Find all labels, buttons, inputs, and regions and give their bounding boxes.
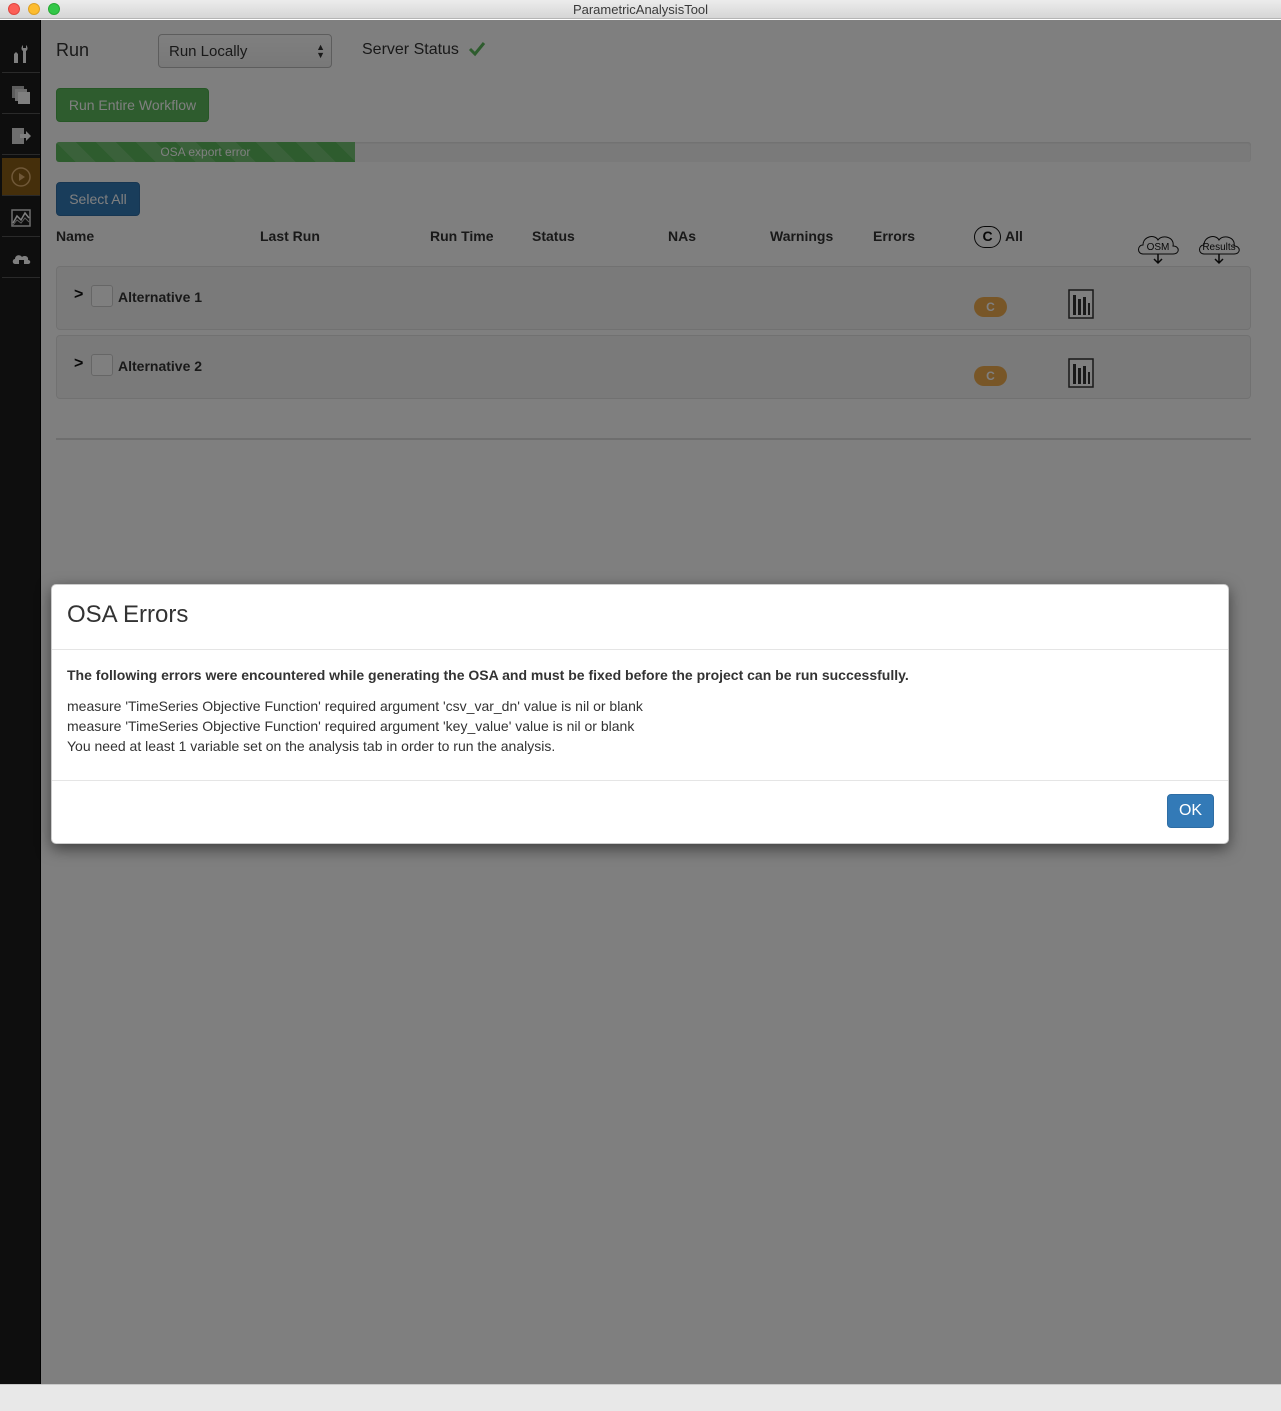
dialog-intro-text: The following errors were encountered wh… xyxy=(67,667,909,683)
dialog-header: OSA Errors xyxy=(52,585,1228,650)
osa-errors-dialog: OSA Errors The following errors were enc… xyxy=(51,584,1229,844)
dialog-body: The following errors were encountered wh… xyxy=(52,650,1228,781)
window-status-bar xyxy=(0,1384,1281,1411)
window-title: ParametricAnalysisTool xyxy=(572,2,709,17)
ok-button[interactable]: OK xyxy=(1167,794,1214,828)
dialog-title: OSA Errors xyxy=(67,601,189,628)
window-title-bar: ParametricAnalysisTool xyxy=(0,0,1281,19)
error-message: You need at least 1 variable set on the … xyxy=(67,738,556,754)
error-message: measure 'TimeSeries Objective Function' … xyxy=(67,718,635,734)
error-message: measure 'TimeSeries Objective Function' … xyxy=(67,698,643,714)
